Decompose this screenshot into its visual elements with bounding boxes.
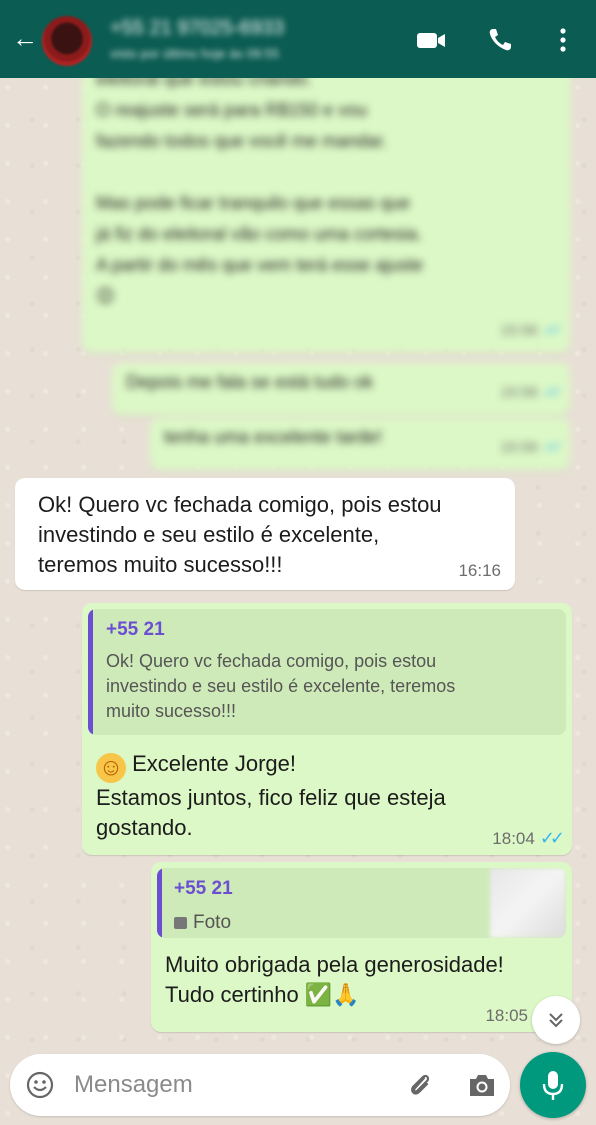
quoted-line: Ok! Quero vc fechada comigo, pois estou [106, 651, 437, 671]
more-options-icon[interactable] [558, 26, 568, 54]
contact-status: visto por último hoje às 09:55 [110, 46, 280, 61]
message-time: 18:05 [485, 1006, 528, 1025]
quoted-photo-thumbnail[interactable] [490, 868, 566, 938]
message-bubble-outgoing[interactable]: +55 21 Foto Muito obrigada pela generosi… [151, 862, 572, 1032]
message-input[interactable]: Mensagem [74, 1071, 193, 1099]
message-line: 😊 [96, 286, 115, 306]
smiling-emoji-icon: ☺ [96, 753, 126, 783]
message-bubble-outgoing[interactable]: Depois me fala se está tudo ok 15:56 ✓✓ [112, 363, 570, 415]
message-bubble-outgoing[interactable]: tenha uma excelente tarde! 15:56 ✓✓ [150, 418, 570, 470]
message-line: O reajuste será para R$150 e vou [96, 100, 368, 120]
message-time: 15:56 [500, 322, 538, 339]
message-line: gostando. [96, 815, 193, 840]
message-line: Tudo certinho [165, 982, 299, 1007]
avatar[interactable] [42, 16, 92, 66]
message-line: Ok! Quero vc fechada comigo, pois estou [38, 492, 442, 517]
message-text: Depois me fala se está tudo ok [126, 372, 374, 392]
message-line: Muito obrigada pela generosidade! [165, 952, 504, 977]
photo-icon [174, 916, 187, 929]
message-line: A partir do mês que vem terá esse ajuste [96, 255, 424, 275]
attach-icon[interactable] [405, 1070, 435, 1100]
message-line: teremos muito sucesso!!! [38, 552, 283, 577]
message-time: 15:56 [500, 439, 538, 456]
check-and-pray-emoji-icon: ✅🙏 [304, 983, 360, 1008]
message-line: fazendo todos que você me mandar. [96, 131, 388, 151]
message-line: Estamos juntos, fico feliz que esteja [96, 785, 446, 810]
read-ticks-icon: ✓✓ [542, 384, 563, 401]
message-bubble-incoming[interactable]: Ok! Quero vc fechada comigo, pois estou … [15, 478, 515, 590]
mic-icon [542, 1071, 564, 1100]
camera-icon[interactable] [467, 1071, 497, 1099]
message-time: 15:56 [500, 384, 538, 401]
back-arrow-icon[interactable]: ← [12, 25, 38, 51]
quote-accent-bar [157, 868, 162, 938]
phone-icon[interactable] [486, 26, 514, 54]
chat-header: ← +55 21 97025-6933 visto por último hoj… [0, 0, 596, 78]
voice-message-button[interactable] [520, 1052, 586, 1118]
quoted-sender: +55 21 [174, 878, 233, 899]
message-composer: Mensagem [10, 1054, 510, 1116]
message-time: 16:16 [458, 561, 501, 580]
message-line: Mas pode ficar tranquilo que essas que [96, 193, 411, 213]
quoted-media-label: Foto [193, 912, 232, 933]
quote-accent-bar [88, 609, 93, 735]
read-ticks-icon: ✓✓ [542, 439, 563, 456]
quoted-message[interactable]: +55 21 Ok! Quero vc fechada comigo, pois… [88, 609, 566, 735]
message-line: investindo e seu estilo é excelente, [38, 522, 380, 547]
message-text: tenha uma excelente tarde! [164, 427, 383, 447]
message-line: já fiz do eleitoral vão como uma cortesi… [96, 224, 423, 244]
quoted-sender: +55 21 [106, 619, 165, 640]
message-bubble-outgoing[interactable]: eleitoral que estou criando. O reajuste … [82, 60, 570, 353]
chevron-double-down-icon [549, 1013, 563, 1028]
quoted-line: muito sucesso!!! [106, 701, 237, 721]
read-ticks-icon: ✓✓ [539, 828, 565, 848]
video-call-icon[interactable] [415, 26, 447, 54]
emoji-icon[interactable] [26, 1071, 54, 1099]
blurred-messages: eleitoral que estou criando. O reajuste … [0, 60, 596, 470]
read-ticks-icon: ✓✓ [542, 322, 563, 339]
scroll-to-bottom-button[interactable] [532, 996, 580, 1044]
contact-name[interactable]: +55 21 97025-6933 [110, 17, 284, 40]
quoted-message[interactable]: +55 21 Foto [157, 868, 566, 938]
message-bubble-outgoing[interactable]: +55 21 Ok! Quero vc fechada comigo, pois… [82, 603, 572, 855]
message-time: 18:04 [492, 828, 535, 848]
quoted-line: investindo e seu estilo é excelente, ter… [106, 676, 456, 696]
message-line: Excelente Jorge! [132, 751, 296, 776]
